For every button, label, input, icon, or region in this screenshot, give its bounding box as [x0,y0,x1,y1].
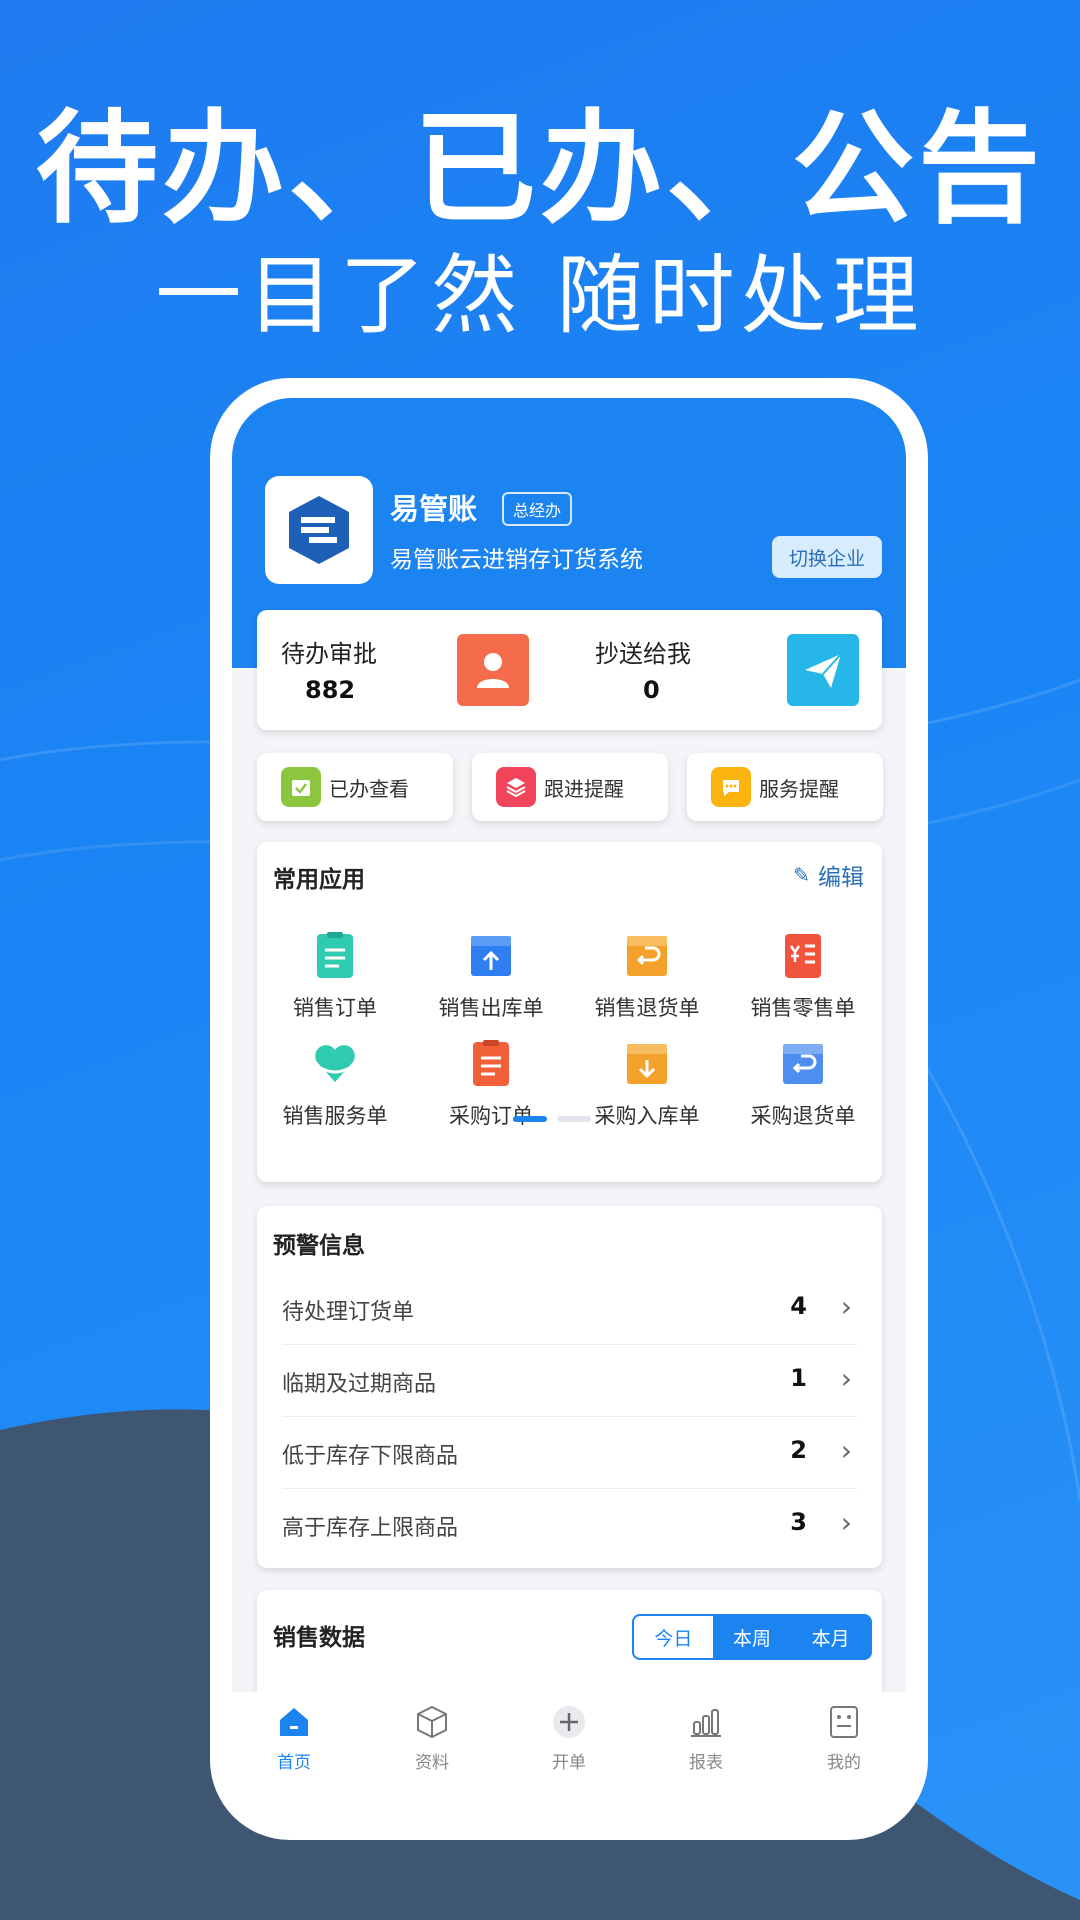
quick-action-followup[interactable]: 跟进提醒 [472,753,668,821]
heart-hand-icon [315,1045,355,1082]
chat-bubble-icon [711,767,751,807]
edit-label: 编辑 [818,865,864,891]
page-indicator[interactable] [557,1116,591,1122]
warning-count: 1 [790,1364,807,1392]
app-sales-retail[interactable]: 销售零售单 [725,930,881,1022]
app-label: 销售订单 [293,996,377,1020]
edit-button[interactable]: ✎ 编辑 [793,858,864,892]
edit-icon: ✎ [793,863,810,887]
receipt-yen-icon [785,934,821,978]
warning-row[interactable]: 待处理订货单 4 › [282,1272,857,1345]
warning-name: 临期及过期商品 [282,1372,437,1397]
warning-row[interactable]: 临期及过期商品 1 › [282,1344,857,1417]
cube-icon [417,1705,447,1739]
layers-icon [496,767,536,807]
app-label: 销售零售单 [750,996,856,1020]
nav-profile[interactable]: 我的 [794,1704,894,1773]
app-subtitle: 易管账云进销存订货系统 [390,547,643,573]
clipboard-icon [317,932,353,978]
profile-card-icon [830,1706,858,1738]
nav-label: 我的 [827,1753,861,1773]
box-return-icon [783,1044,823,1084]
warning-name: 高于库存上限商品 [282,1516,459,1541]
chevron-right-icon: › [840,1434,852,1467]
home-icon [280,1708,308,1736]
bottom-nav: 首页 资料 开单 报表 我的 [232,1692,906,1798]
promo-headline: 待办、已办、公告 [36,98,1044,240]
app-label: 采购入库单 [594,1104,700,1128]
bar-chart-icon [691,1709,721,1737]
app-sales-return[interactable]: 销售退货单 [569,930,725,1022]
quick-action-label: 跟进提醒 [544,777,624,801]
chevron-right-icon: › [840,1506,852,1539]
paper-plane-icon [787,634,859,706]
switch-company-button[interactable]: 切换企业 [772,536,882,578]
clipboard-icon [473,1040,509,1086]
app-sales-service[interactable]: 销售服务单 [257,1038,413,1130]
app-purchase-inbound[interactable]: 采购入库单 [569,1038,725,1130]
approvals-card: 待办审批 882 抄送给我 0 [257,610,882,730]
warning-count: 4 [790,1292,807,1320]
app-label: 销售退货单 [594,996,700,1020]
app-name: 易管账 [390,492,478,526]
app-label: 销售服务单 [282,1104,388,1128]
tab-this-week[interactable]: 本周 [713,1616,792,1658]
nav-label: 资料 [415,1753,449,1773]
app-label: 销售出库单 [438,996,544,1020]
nav-label: 报表 [689,1753,723,1773]
common-apps-title: 常用应用 [273,867,365,893]
box-down-icon [627,1044,667,1084]
app-label: 采购订单 [449,1104,533,1128]
warning-row[interactable]: 低于库存下限商品 2 › [282,1416,857,1489]
warning-row[interactable]: 高于库存上限商品 3 › [282,1488,857,1560]
app-sales-order[interactable]: 销售订单 [257,930,413,1022]
role-badge: 总经办 [502,492,573,526]
warnings-title: 预警信息 [273,1233,365,1259]
quick-action-label: 已办查看 [329,777,409,801]
cc-label: 抄送给我 [595,640,691,668]
plus-circle-icon [553,1706,585,1738]
nav-label: 开单 [552,1753,586,1773]
pending-approval[interactable]: 待办审批 882 [257,610,569,730]
quick-action-done[interactable]: 已办查看 [257,753,453,821]
tab-this-month[interactable]: 本月 [791,1616,870,1658]
quick-action-service[interactable]: 服务提醒 [687,753,883,821]
promo-subline: 一目了然 随时处理 [155,246,925,346]
app-label: 采购退货单 [750,1104,856,1128]
phone-frame: 易管账 总经办 易管账云进销存订货系统 切换企业 待办审批 882 抄送给我 0 [210,378,928,1840]
warning-name: 低于库存下限商品 [282,1444,459,1469]
warning-name: 待处理订货单 [282,1300,415,1325]
quick-action-label: 服务提醒 [759,777,839,801]
warning-count: 2 [790,1436,807,1464]
app-sales-outbound[interactable]: 销售出库单 [413,930,569,1022]
app-screen: 易管账 总经办 易管账云进销存订货系统 切换企业 待办审批 882 抄送给我 0 [232,398,906,1798]
logo-icon [289,496,349,564]
chevron-right-icon: › [840,1290,852,1323]
sales-title: 销售数据 [273,1625,365,1651]
nav-label: 首页 [277,1753,311,1773]
nav-data[interactable]: 资料 [382,1704,482,1773]
warnings-card: 预警信息 待处理订货单 4 › 临期及过期商品 1 › 低于库存下限商品 2 ›… [257,1206,882,1568]
warning-count: 3 [790,1508,807,1536]
chevron-right-icon: › [840,1362,852,1395]
app-logo [265,476,373,584]
app-purchase-return[interactable]: 采购退货单 [725,1038,881,1130]
nav-home[interactable]: 首页 [244,1704,344,1773]
tab-today[interactable]: 今日 [634,1616,713,1658]
box-up-icon [471,936,511,976]
period-tabs: 今日 本周 本月 [632,1614,872,1660]
person-icon [457,634,529,706]
nav-reports[interactable]: 报表 [656,1704,756,1773]
calendar-check-icon [281,767,321,807]
nav-create-order[interactable]: 开单 [519,1704,619,1773]
box-return-icon [627,936,667,976]
cc-count: 0 [643,676,660,704]
pending-approval-label: 待办审批 [281,640,377,668]
cc-to-me[interactable]: 抄送给我 0 [569,610,882,730]
common-apps-card: 常用应用 ✎ 编辑 销售订单 销售出库单 销售退货单 销售零售单 销售服务单 采… [257,842,882,1182]
pending-approval-count: 882 [305,676,356,704]
page-indicator-active[interactable] [513,1116,547,1122]
